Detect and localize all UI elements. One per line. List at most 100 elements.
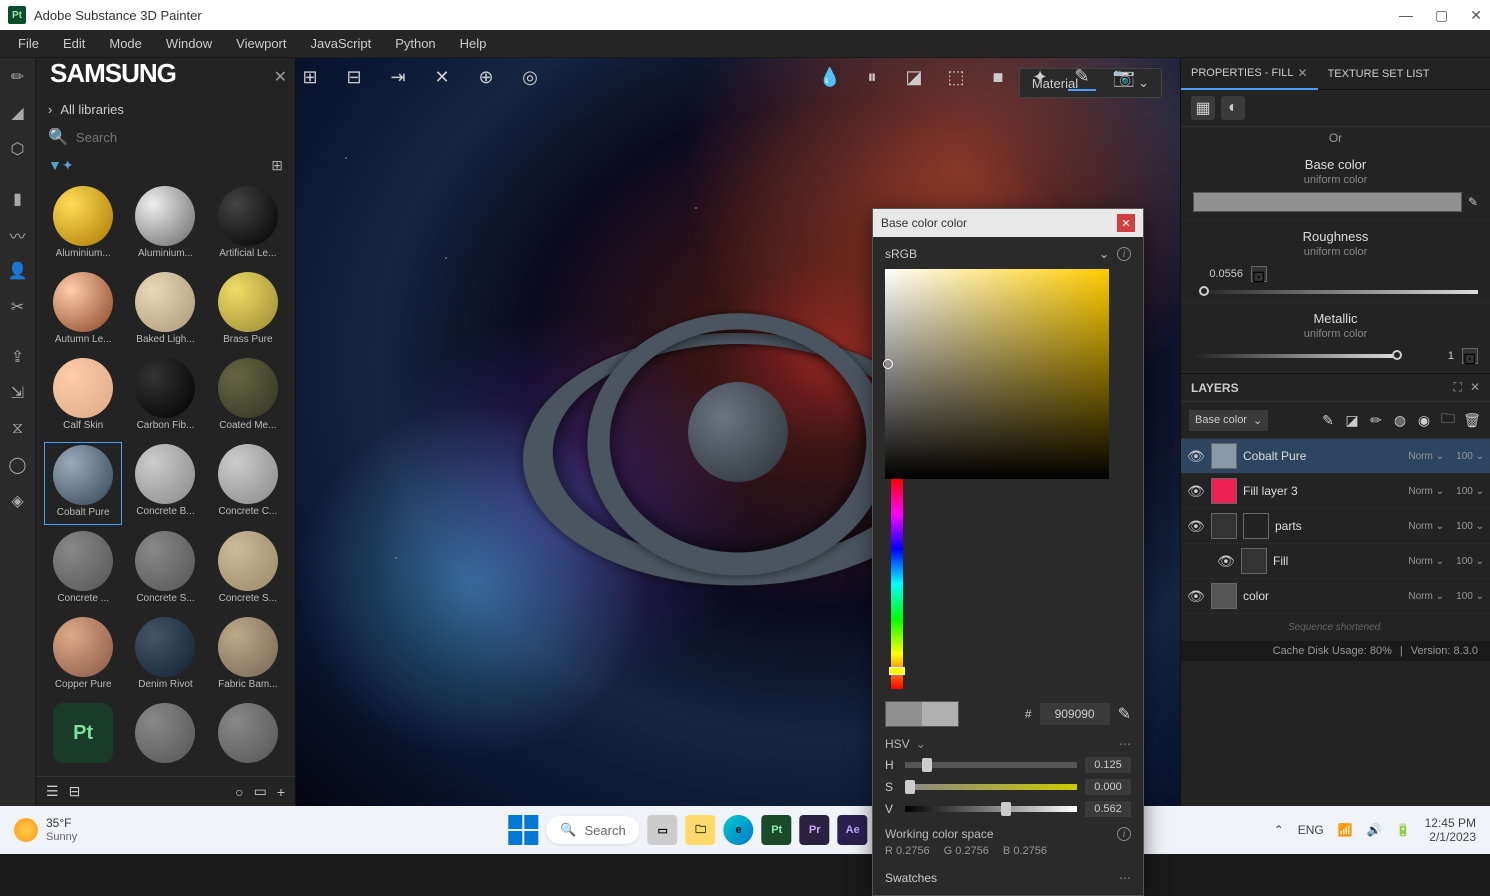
h-slider[interactable] [905,762,1077,768]
more-icon[interactable]: ⋯ [1119,871,1131,885]
menu-mode[interactable]: Mode [99,32,152,55]
perspective-icon[interactable]: ◪ [900,63,928,91]
asset-item[interactable]: Fabric Bam... [209,615,287,697]
taskbar-search[interactable]: 🔍 Search [546,816,639,844]
layer-blend[interactable]: Norm ⌄ [1404,451,1444,462]
export-icon[interactable]: ⇪ [7,346,29,368]
camera-icon[interactable]: 📷 [1110,63,1138,91]
layer-row[interactable]: 👁 Fill Norm ⌄ 100 ⌄ [1181,544,1490,579]
grid-small-icon[interactable]: ⊞ [296,63,324,91]
add-asset-icon[interactable]: + [277,784,285,800]
eyedropper-icon[interactable]: ✎ [1468,195,1478,209]
asset-item[interactable]: Concrete S... [209,529,287,611]
asset-item[interactable]: Baked Ligh... [126,270,204,352]
symmetry-y-icon[interactable]: ✕ [428,63,456,91]
add-icon[interactable]: ⊕ [472,63,500,91]
mask-tool-icon[interactable]: ✎ [1318,412,1338,429]
eyedropper-icon[interactable]: ✎ [1118,704,1131,724]
layer-blend[interactable]: Norm ⌄ [1404,486,1444,497]
h-value[interactable]: 0.125 [1085,757,1131,773]
visibility-icon[interactable]: 👁 [1187,448,1205,465]
visibility-icon[interactable]: 👁 [1187,588,1205,605]
smudge-tool-icon[interactable]: 〰 [7,224,29,246]
menu-edit[interactable]: Edit [53,32,95,55]
weather-widget[interactable]: 35°F Sunny [14,817,77,842]
sphere-mode-icon[interactable]: ◐ [1221,96,1245,120]
add-paint-layer-icon[interactable]: ✏ [1366,412,1386,429]
minimize-button[interactable]: — [1399,7,1413,24]
layers-close-icon[interactable]: ✕ [1470,380,1480,395]
layer-row[interactable]: 👁 color Norm ⌄ 100 ⌄ [1181,579,1490,614]
brush-icon[interactable]: ✎ [1068,63,1096,91]
hsv-label[interactable]: HSV [885,737,910,751]
layer-blend[interactable]: Norm ⌄ [1404,556,1444,567]
asset-search-input[interactable] [76,130,283,145]
symmetry-x-icon[interactable]: ⇥ [384,63,412,91]
add-folder-icon[interactable]: 🗀 [1438,408,1458,432]
picker-close-button[interactable]: ✕ [1117,214,1135,232]
cube-icon[interactable]: ⬚ [942,63,970,91]
layer-blend[interactable]: Norm ⌄ [1404,591,1444,602]
asset-tab-close[interactable]: ✕ [274,67,287,87]
hex-input[interactable] [1040,703,1110,725]
layer-row[interactable]: 👁 parts Norm ⌄ 100 ⌄ [1181,509,1490,544]
asset-item[interactable]: Artificial Le... [209,184,287,266]
asset-item[interactable]: Carbon Fib... [126,356,204,438]
language-indicator[interactable]: ENG [1298,823,1324,837]
clock[interactable]: 12:45 PM 2/1/2023 [1425,816,1476,845]
menu-file[interactable]: File [8,32,49,55]
pause-icon[interactable]: ⏸ [858,63,886,91]
spark-icon[interactable]: ✦ [1026,63,1054,91]
asset-item[interactable] [209,701,287,772]
metallic-slider[interactable] [1193,354,1396,358]
base-color-swatch[interactable] [1193,192,1462,212]
close-button[interactable]: ✕ [1470,7,1482,24]
settings-tool-icon[interactable]: ⧖ [7,418,29,440]
droplet-off-icon[interactable]: 💧 [816,63,844,91]
paint-tool-icon[interactable]: ✏ [7,66,29,88]
hue-slider[interactable] [891,479,903,689]
asset-item[interactable]: Coated Me... [209,356,287,438]
asset-item[interactable]: Pt [44,701,122,772]
s-value[interactable]: 0.000 [1085,779,1131,795]
edge-icon[interactable]: e [724,815,754,845]
v-value[interactable]: 0.562 [1085,801,1131,817]
list-collapse-icon[interactable]: ☰ [46,783,59,800]
more-icon[interactable]: ⋯ [1119,737,1131,751]
circle-icon[interactable]: ○ [235,784,243,800]
asset-item[interactable]: Concrete B... [126,442,204,526]
taskview-icon[interactable]: ▭ [648,815,678,845]
premiere-icon[interactable]: Pr [800,815,830,845]
asset-item[interactable]: Concrete ... [44,529,122,611]
tray-chevron-icon[interactable]: ⌃ [1274,823,1284,837]
asset-item[interactable]: Concrete S... [126,529,204,611]
visibility-icon[interactable]: 👁 [1217,553,1235,570]
visibility-icon[interactable]: 👁 [1187,483,1205,500]
asset-item[interactable]: Aluminium... [126,184,204,266]
folder-icon[interactable]: ▭ [254,783,267,800]
asset-item[interactable]: Copper Pure [44,615,122,697]
eraser-tool-icon[interactable]: ◢ [7,102,29,124]
menu-javascript[interactable]: JavaScript [300,32,381,55]
layer-opacity[interactable]: 100 ⌄ [1450,591,1484,602]
delete-layer-icon[interactable]: 🗑 [1462,412,1482,429]
chevron-down-icon[interactable]: ⌄ [1099,247,1109,261]
info-icon[interactable]: i [1117,247,1131,261]
start-button[interactable] [508,815,538,845]
asset-item[interactable]: Concrete C... [209,442,287,526]
menu-python[interactable]: Python [385,32,445,55]
metallic-value[interactable]: 1 [1404,350,1454,362]
channel-dropdown[interactable]: Base color ⌄ [1189,410,1268,431]
menu-help[interactable]: Help [450,32,497,55]
wifi-icon[interactable]: 📶 [1338,823,1353,837]
asset-item[interactable] [126,701,204,772]
asset-item[interactable]: Aluminium... [44,184,122,266]
viewer-tool-icon[interactable]: ◯ [7,454,29,476]
asset-item[interactable]: Autumn Le... [44,270,122,352]
maximize-button[interactable]: ▢ [1435,7,1448,24]
layer-opacity[interactable]: 100 ⌄ [1450,486,1484,497]
asset-breadcrumb[interactable]: › All libraries [36,96,295,123]
asset-item[interactable]: Brass Pure [209,270,287,352]
fill-tool-icon[interactable]: ▮ [7,188,29,210]
grid-view-icon[interactable]: ⊞ [271,157,283,174]
